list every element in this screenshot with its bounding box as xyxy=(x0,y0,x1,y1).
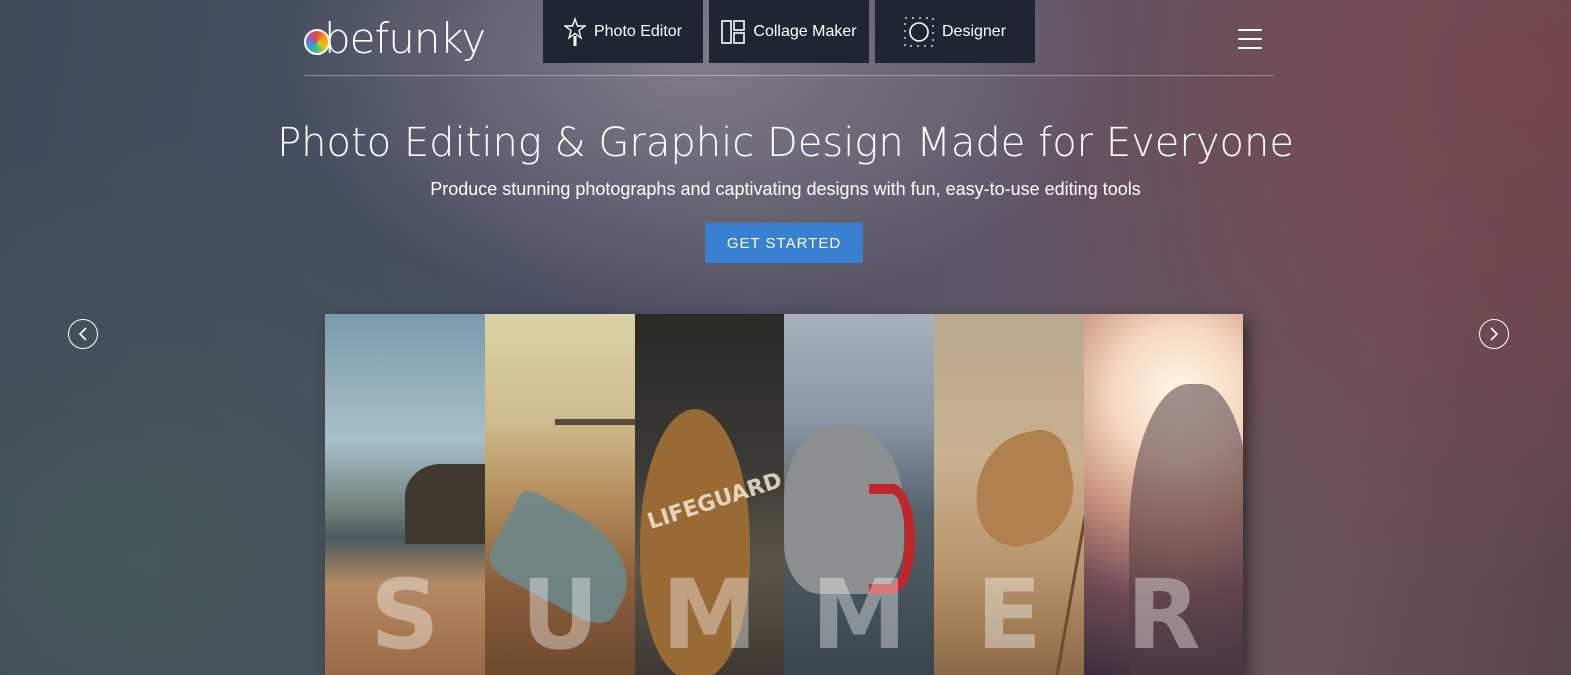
nav-collage-maker-button[interactable]: Collage Maker xyxy=(709,0,869,63)
hamburger-menu-icon[interactable] xyxy=(1238,29,1262,49)
collage-letter: U xyxy=(521,559,599,671)
collage-grid-icon xyxy=(721,19,746,44)
carousel-prev-button[interactable] xyxy=(68,319,98,349)
cliff-shape xyxy=(405,464,485,544)
chevron-right-icon xyxy=(1490,327,1499,341)
summer-collage-image: S U LIFEGUARD M M E R xyxy=(325,314,1243,675)
collage-letter: S xyxy=(370,559,440,671)
nav-collage-maker-label: Collage Maker xyxy=(753,22,857,40)
rowboat-pier-photo: U xyxy=(485,314,635,675)
collage-letter: R xyxy=(1126,559,1201,671)
collage-letter: E xyxy=(976,559,1042,671)
lifeguard-board-photo: LIFEGUARD M xyxy=(635,314,784,675)
pampas-grass-photo: E xyxy=(934,314,1084,675)
main-nav: Photo Editor Collage Maker Designer xyxy=(543,0,1035,63)
nav-designer-button[interactable]: Designer xyxy=(875,0,1035,63)
hero-title: Photo Editing & Graphic Design Made for … xyxy=(277,120,1294,166)
nav-photo-editor-label: Photo Editor xyxy=(593,22,683,40)
site-header: befunky Photo Editor Collage Maker Desig… xyxy=(304,0,1274,76)
collage-letter: M xyxy=(811,559,907,671)
hero-subtitle: Produce stunning photographs and captiva… xyxy=(430,179,1141,199)
reed-plume-shape xyxy=(963,424,1084,554)
chevron-left-icon xyxy=(78,327,87,341)
befunky-logo[interactable]: befunky xyxy=(304,14,486,64)
logo-text: befunky xyxy=(324,14,486,63)
carousel-next-button[interactable] xyxy=(1479,319,1509,349)
star-wand-icon xyxy=(563,16,586,46)
collage-letter: M xyxy=(661,559,758,671)
nav-photo-editor-button[interactable]: Photo Editor xyxy=(543,0,703,63)
designer-circle-icon xyxy=(904,16,934,47)
pier-shape xyxy=(555,419,635,425)
sunlit-woman-photo: R xyxy=(1084,314,1243,675)
coin-binoculars-photo: M xyxy=(784,314,934,675)
get-started-button[interactable]: GET STARTED xyxy=(705,223,863,263)
beach-walker-photo: S xyxy=(325,314,485,675)
nav-designer-label: Designer xyxy=(941,22,1007,40)
